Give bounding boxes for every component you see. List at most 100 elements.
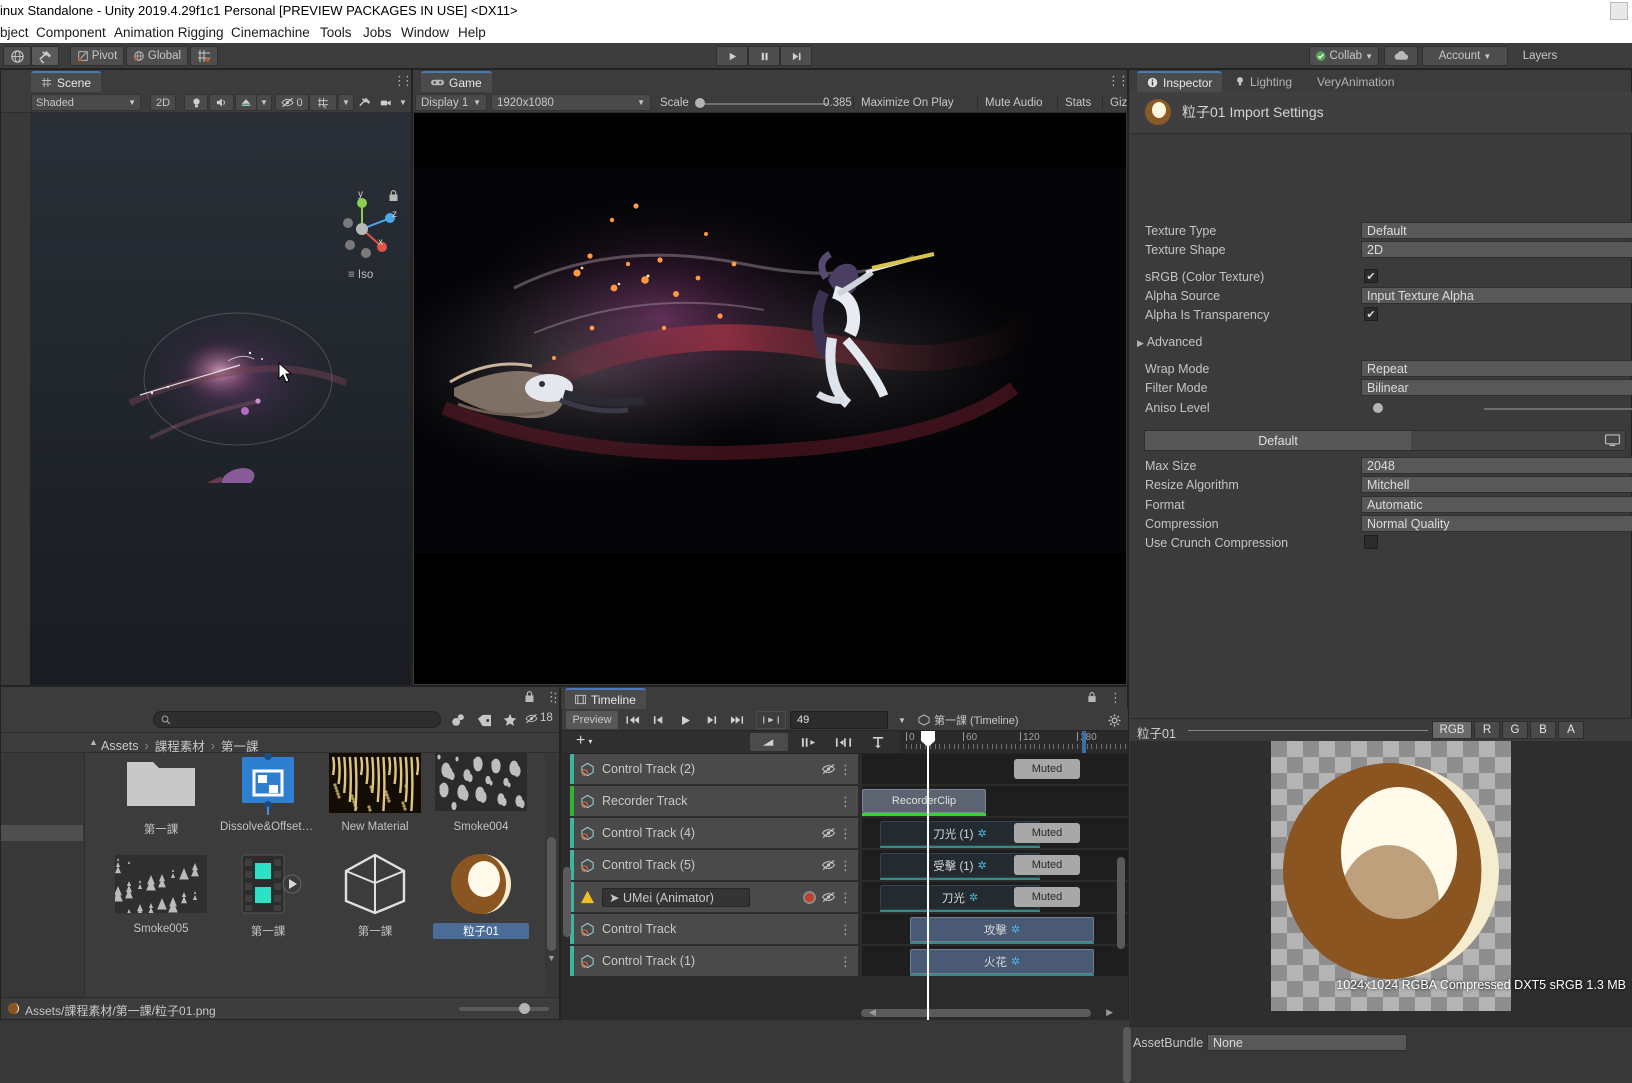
scene-menu-icon[interactable]: ⋮: [393, 74, 406, 87]
ripple-button[interactable]: [793, 733, 825, 751]
track-menu-icon[interactable]: ⋮: [839, 827, 852, 840]
prop-checkbox-srgb-color-texture-[interactable]: ✔: [1364, 269, 1378, 283]
track-mute-eye-icon[interactable]: [821, 859, 836, 871]
maximize-on-play-toggle[interactable]: Maximize On Play: [856, 94, 959, 111]
preview-channel-g[interactable]: G: [1502, 721, 1528, 739]
search-input[interactable]: [153, 711, 441, 728]
folder-tree-selected-row[interactable]: [1, 825, 83, 841]
frame-input[interactable]: 49: [790, 711, 888, 729]
aniso-slider-knob[interactable]: [1373, 403, 1383, 413]
timeline-playhead[interactable]: [927, 735, 929, 1020]
inspector-scrollbar[interactable]: [1123, 1027, 1131, 1083]
timeline-track-list[interactable]: Control Track (2) ⋮ Muted Recorder Track ⋮ Re…: [562, 754, 1128, 1020]
play-range-button[interactable]: [756, 711, 786, 729]
asset-item[interactable]: 第一課: [220, 849, 316, 939]
zoom-slider-knob[interactable]: [519, 1003, 530, 1014]
transform-tool-button[interactable]: [31, 46, 59, 66]
scene-tools-button[interactable]: [353, 94, 377, 111]
asset-item[interactable]: New Material: [327, 753, 423, 833]
track-menu-icon[interactable]: ⋮: [839, 923, 852, 936]
asset-item[interactable]: Smoke004: [433, 753, 529, 833]
timeline-clip-lane[interactable]: 受擊 (1) ✲ Muted: [862, 850, 1128, 881]
timeline-clip[interactable]: 火花 ✲: [910, 949, 1094, 974]
scene-audio-toggle[interactable]: [209, 94, 234, 111]
timeline-track-row[interactable]: ➤ UMei (Animator) ⋮: [570, 882, 858, 913]
timeline-track-row[interactable]: Control Track ⋮: [570, 914, 858, 945]
menu-item-jobs[interactable]: Jobs: [363, 25, 392, 40]
track-mute-eye-icon[interactable]: [821, 763, 836, 775]
scene-camera-dropdown[interactable]: ▼: [395, 94, 411, 111]
prop-dropdown-max-size[interactable]: 2048: [1361, 457, 1632, 474]
asset-type-filter-button[interactable]: [445, 711, 471, 729]
breadcrumb-item[interactable]: Assets: [101, 739, 139, 753]
director-selector[interactable]: 第一課 (Timeline): [918, 711, 1019, 729]
pause-button[interactable]: [748, 46, 780, 66]
resolution-dropdown[interactable]: 1920x1080 ▼: [491, 94, 651, 111]
muted-badge[interactable]: Muted: [1014, 823, 1080, 843]
menu-item-animation-rigging[interactable]: Animation Rigging: [114, 25, 224, 40]
scroll-down-icon[interactable]: ▼: [547, 953, 556, 963]
timeline-menu-icon[interactable]: ⋮: [1109, 691, 1122, 704]
timeline-track-row[interactable]: Recorder Track ⋮: [570, 786, 858, 817]
platform-tab-default[interactable]: Default: [1145, 431, 1411, 450]
hidden-assets-toggle[interactable]: 18: [525, 712, 553, 724]
scale-slider-track[interactable]: [699, 103, 829, 105]
prop-dropdown-wrap-mode[interactable]: Repeat: [1361, 360, 1632, 377]
texture-preview-body[interactable]: 1024x1024 RGBA Compressed DXT5 sRGB 1.3 …: [1130, 741, 1632, 1026]
advanced-foldout[interactable]: ▶ Advanced: [1137, 335, 1202, 349]
prop-dropdown-texture-shape[interactable]: 2D: [1361, 241, 1632, 258]
track-menu-icon[interactable]: ⋮: [839, 763, 852, 776]
lock-track-button[interactable]: [862, 733, 894, 751]
global-button[interactable]: Global: [126, 46, 188, 66]
track-menu-icon[interactable]: ⋮: [839, 859, 852, 872]
step-button[interactable]: [780, 46, 812, 66]
timeline-track-row[interactable]: Control Track (4) ⋮: [570, 818, 858, 849]
timeline-clip[interactable]: RecorderClip: [862, 789, 986, 813]
game-viewport[interactable]: [414, 113, 1126, 684]
tab-inspector[interactable]: Inspector: [1137, 71, 1223, 92]
preview-channel-a[interactable]: A: [1558, 721, 1584, 739]
prop-dropdown-texture-type[interactable]: Default: [1361, 222, 1632, 239]
play-button[interactable]: [716, 46, 748, 66]
hand-tool-button[interactable]: [3, 46, 31, 66]
asset-grid-scrollbar[interactable]: [547, 837, 556, 951]
preview-toggle[interactable]: Preview: [566, 711, 618, 729]
muted-badge[interactable]: Muted: [1014, 855, 1080, 875]
timeline-clip-lane[interactable]: 刀光 (1) ✲ Muted: [862, 818, 1128, 849]
track-menu-icon[interactable]: ⋮: [839, 891, 852, 904]
menu-item-bject[interactable]: bject: [0, 25, 29, 40]
prop-dropdown-filter-mode[interactable]: Bilinear: [1361, 379, 1632, 396]
inspector-left-menu-icon[interactable]: ⋮: [1117, 74, 1130, 87]
replace-button[interactable]: [827, 733, 859, 751]
timeline-track-scrollbar[interactable]: [563, 867, 571, 937]
asset-item[interactable]: Smoke005: [113, 849, 209, 935]
timeline-horizontal-scrollbar[interactable]: [861, 1009, 1091, 1017]
frame-dropdown[interactable]: ▼: [892, 711, 912, 729]
scroll-right-icon[interactable]: ▶: [1106, 1007, 1113, 1018]
timeline-left-menu-icon[interactable]: ⋮: [549, 691, 562, 704]
menu-item-tools[interactable]: Tools: [320, 25, 352, 40]
timeline-track-row[interactable]: Control Track (1) ⋮: [570, 946, 858, 977]
pivot-button[interactable]: Pivot: [70, 46, 124, 66]
zoom-slider[interactable]: [459, 1003, 549, 1014]
menu-item-help[interactable]: Help: [458, 25, 486, 40]
track-mute-eye-icon[interactable]: [821, 827, 836, 839]
tab-veryanimation[interactable]: VeryAnimation: [1307, 71, 1404, 92]
scene-2d-toggle[interactable]: 2D: [150, 94, 176, 111]
account-button[interactable]: Account ▼: [1422, 46, 1508, 66]
scene-fx-dropdown[interactable]: ▼: [256, 94, 272, 111]
timeline-lock-icon[interactable]: [1087, 691, 1097, 706]
label-filter-button[interactable]: [471, 711, 497, 729]
tab-timeline[interactable]: Timeline: [565, 688, 646, 709]
timeline-clip-lane[interactable]: 火花 ✲: [862, 946, 1128, 977]
timeline-clip-lane[interactable]: RecorderClip: [862, 786, 1128, 817]
scene-projection-label[interactable]: ≡ Iso: [348, 269, 373, 281]
prev-key-button[interactable]: [646, 711, 672, 729]
shading-mode-dropdown[interactable]: Shaded ▼: [31, 94, 141, 111]
assetbundle-dropdown[interactable]: None: [1207, 1034, 1407, 1051]
track-mute-eye-icon[interactable]: [821, 891, 836, 903]
scene-lock-icon[interactable]: [388, 189, 399, 205]
tab-scene[interactable]: Scene: [31, 71, 102, 92]
timeline-clip-lane[interactable]: 刀光 ✲ Muted: [862, 882, 1128, 913]
tab-lighting[interactable]: Lighting: [1225, 71, 1302, 92]
